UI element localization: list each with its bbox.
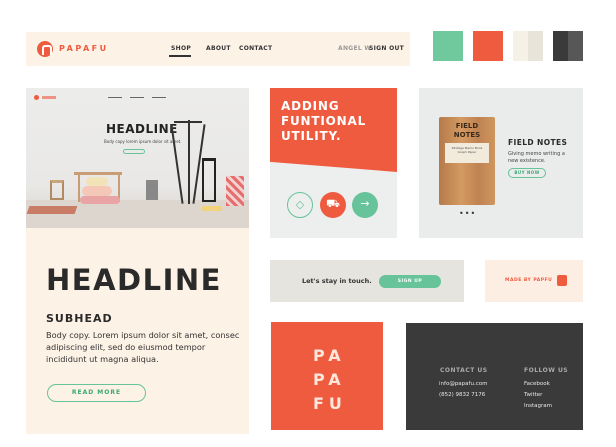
hero-card: HEADLINE Body copy lorem ipsum dolor sit…: [26, 88, 249, 434]
top-nav-bar: PAPAFU SHOP ABOUT CONTACT ANGEL W SIGN O…: [26, 32, 410, 66]
swatch-orange: [473, 31, 503, 61]
newsletter-text: Let's stay in touch.: [302, 277, 372, 285]
mini-logo-icon: [34, 95, 39, 100]
mini-nav-line: [108, 97, 122, 98]
pouf-shape: [82, 186, 112, 196]
feature-card-title: ADDING FUNTIONAL UTILITY.: [281, 99, 367, 143]
photo-floor: [26, 200, 249, 228]
hero-body-copy: Body copy. Lorem ipsum dolor sit amet, c…: [46, 330, 240, 364]
table-shape: [74, 172, 122, 175]
cart-icon-button[interactable]: ⛟: [320, 192, 346, 218]
sign-up-button[interactable]: SIGN UP: [379, 275, 441, 288]
swatch-dark: [553, 31, 583, 61]
swatch-green: [433, 31, 463, 61]
mini-copy: Body copy lorem ipsum dolor sit amet.: [104, 139, 182, 144]
book-shape: [202, 206, 222, 211]
pouf-shape: [80, 196, 120, 204]
social-link-instagram[interactable]: Instagram: [524, 403, 552, 409]
mini-brand: [42, 96, 56, 99]
arrow-right-icon: →: [360, 197, 370, 210]
rug-shape: [26, 206, 78, 214]
feature-card: ADDING FUNTIONAL UTILITY. ◇ ⛟ →: [270, 88, 397, 238]
social-link-facebook[interactable]: Facebook: [524, 381, 550, 387]
papafu-line: PA: [313, 370, 346, 389]
mini-nav-line: [130, 97, 144, 98]
mini-button: [123, 149, 145, 154]
style-tile-page: PAPAFU SHOP ABOUT CONTACT ANGEL W SIGN O…: [0, 0, 616, 447]
diamond-icon-button[interactable]: ◇: [287, 192, 313, 218]
product-title: FIELD NOTES: [508, 138, 568, 147]
notebook-cover-card: 48-Page Memo Book Graph Paper: [445, 143, 489, 163]
made-by-badge: MADE BY PAPFU: [485, 260, 583, 302]
coat-rack-shape: [188, 120, 190, 204]
contact-phone[interactable]: (852) 9832 7176: [439, 392, 485, 398]
chair-shape: [50, 180, 64, 200]
product-description: Giving memo writing a new existence.: [508, 151, 565, 164]
social-link-twitter[interactable]: Twitter: [524, 392, 542, 398]
nav-item-shop[interactable]: SHOP: [171, 45, 191, 52]
papafu-logo-block: PA PA FU: [271, 322, 383, 430]
pouf-shape: [86, 177, 108, 186]
notebook-image: FIELD NOTES 48-Page Memo Book Graph Pape…: [439, 117, 495, 205]
nav-item-about[interactable]: ABOUT: [206, 45, 231, 52]
brand-name[interactable]: PAPAFU: [59, 44, 109, 53]
buy-now-button[interactable]: BUY NOW: [508, 168, 546, 178]
newsletter-bar: Let's stay in touch. SIGN UP: [270, 260, 464, 302]
blanket-shape: [226, 176, 244, 206]
diamond-icon: ◇: [295, 198, 305, 211]
user-name[interactable]: ANGEL W: [338, 45, 371, 52]
papafu-logo-icon[interactable]: [37, 41, 53, 57]
bin-shape: [146, 180, 158, 200]
made-by-text: MADE BY PAPFU: [505, 278, 553, 283]
papafu-line: FU: [313, 394, 347, 413]
papafu-line: PA: [313, 346, 346, 365]
nav-active-underline: [169, 55, 191, 57]
mini-nav-line: [152, 97, 166, 98]
contact-heading: CONTACT US: [440, 367, 488, 374]
notebook-cover-label: FIELD NOTES: [453, 122, 481, 139]
papafu-mark-icon: [557, 275, 567, 286]
notebook-card-text: 48-Page Memo Book Graph Paper: [451, 146, 483, 154]
read-more-button[interactable]: READ MORE: [47, 384, 146, 402]
follow-heading: FOLLOW US: [524, 367, 569, 374]
product-card: FIELD NOTES 48-Page Memo Book Graph Pape…: [419, 88, 583, 238]
hero-subhead: SUBHEAD: [46, 312, 113, 325]
contact-email[interactable]: info@papafu.com: [439, 381, 487, 387]
cart-icon: ⛟: [326, 197, 340, 210]
hero-photo: HEADLINE Body copy lorem ipsum dolor sit…: [26, 88, 249, 228]
hero-headline: HEADLINE: [46, 263, 222, 297]
coat-rack-shape: [170, 124, 184, 204]
mini-headline: HEADLINE: [106, 122, 178, 136]
swatch-cream: [513, 31, 543, 61]
nav-item-contact[interactable]: CONTACT: [239, 45, 272, 52]
arrow-right-icon-button[interactable]: →: [352, 192, 378, 218]
sign-out-link[interactable]: SIGN OUT: [369, 45, 404, 52]
footer-contact: CONTACT US info@papafu.com (852) 9832 71…: [406, 323, 583, 430]
chair-shape: [202, 158, 216, 202]
carousel-dots[interactable]: •••: [459, 209, 476, 218]
